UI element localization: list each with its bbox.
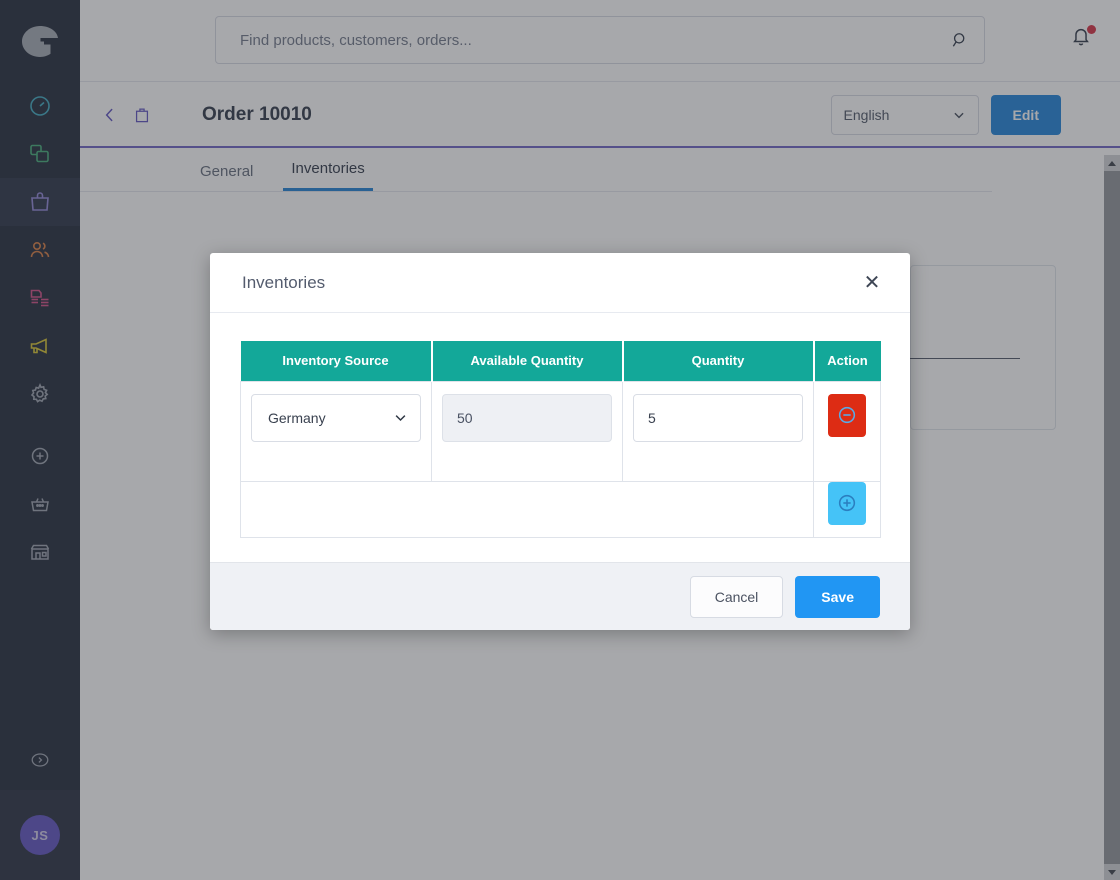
- cell-action: [813, 380, 881, 482]
- inventories-table-body: Germany 50 5: [240, 380, 881, 538]
- column-header-available-quantity: Available Quantity: [431, 341, 624, 381]
- cancel-button[interactable]: Cancel: [689, 575, 784, 618]
- table-row: Germany 50 5: [240, 380, 881, 482]
- app-root: JS Find products, customers, orders... O…: [0, 0, 1120, 880]
- quantity-input[interactable]: 5: [633, 393, 803, 442]
- column-header-inventory-source: Inventory Source: [240, 341, 433, 381]
- chevron-down-icon: [395, 415, 406, 422]
- table-add-row: [240, 480, 881, 538]
- cell-add-action: [813, 480, 881, 538]
- column-header-quantity: Quantity: [622, 341, 815, 381]
- minus-circle-icon: [838, 406, 856, 424]
- plus-circle-icon: [838, 494, 856, 512]
- inventories-table: Inventory Source Available Quantity Quan…: [240, 341, 881, 538]
- table-header-row: Inventory Source Available Quantity Quan…: [240, 341, 881, 381]
- inventory-source-value: Germany: [268, 409, 326, 426]
- modal-header: Inventories ✕: [210, 253, 910, 313]
- modal-body: Inventory Source Available Quantity Quan…: [210, 313, 910, 562]
- inventory-source-select[interactable]: Germany: [251, 393, 421, 442]
- cell-add-spacer: [240, 480, 814, 538]
- modal-title: Inventories: [242, 272, 326, 292]
- close-icon[interactable]: ✕: [860, 271, 884, 295]
- add-row-button[interactable]: [828, 481, 866, 525]
- inventories-modal: Inventories ✕ Inventory Source Available…: [210, 253, 910, 630]
- available-quantity-input: 50: [442, 393, 612, 442]
- cell-available-quantity: 50: [431, 380, 623, 482]
- column-header-action: Action: [813, 341, 881, 381]
- cell-inventory-source: Germany: [240, 380, 432, 482]
- inventories-table-head: Inventory Source Available Quantity Quan…: [240, 341, 881, 381]
- save-button[interactable]: Save: [795, 575, 880, 618]
- cell-quantity: 5: [622, 380, 814, 482]
- modal-footer: Cancel Save: [210, 562, 910, 630]
- remove-row-button[interactable]: [828, 393, 866, 437]
